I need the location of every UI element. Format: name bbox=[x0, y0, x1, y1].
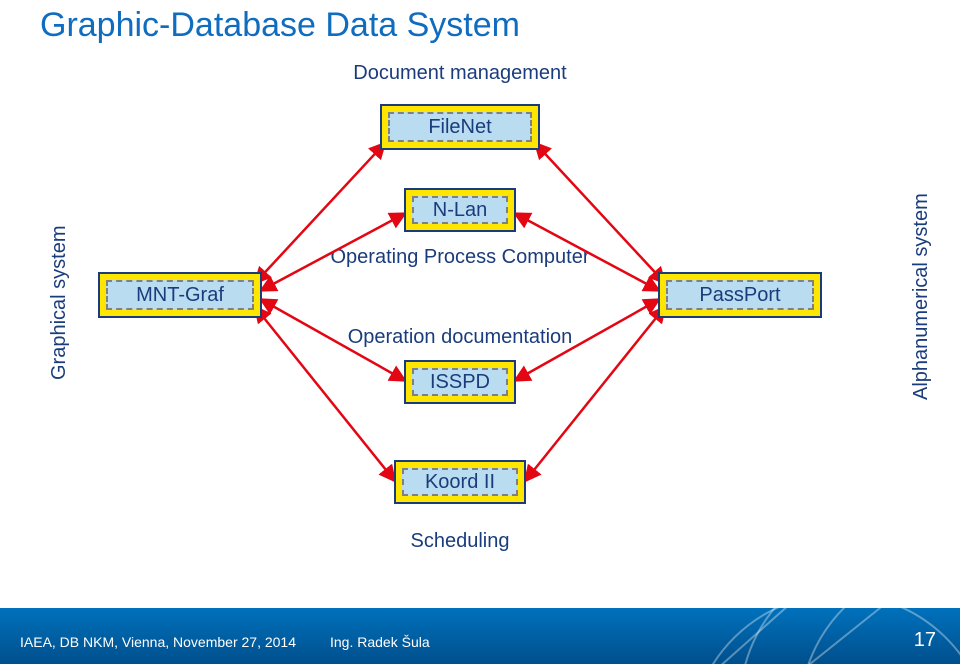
node-koord: Koord II bbox=[394, 460, 526, 504]
node-mntgraf-label: MNT-Graf bbox=[106, 280, 254, 310]
node-filenet: FileNet bbox=[380, 104, 540, 150]
label-docmgmt: Document management bbox=[330, 62, 590, 85]
node-nlan: N-Lan bbox=[404, 188, 516, 232]
page-number: 17 bbox=[914, 629, 936, 652]
footer-venue: IAEA, DB NKM, Vienna, November 27, 2014 bbox=[20, 634, 296, 650]
node-passport: PassPort bbox=[658, 272, 822, 318]
label-left-axis: Graphical system bbox=[48, 226, 71, 381]
label-scheduling: Scheduling bbox=[380, 530, 540, 553]
footer-bar: IAEA, DB NKM, Vienna, November 27, 2014 … bbox=[0, 608, 960, 664]
node-isspd-label: ISSPD bbox=[412, 368, 508, 396]
footer-author: Ing. Radek Šula bbox=[330, 634, 430, 650]
node-isspd: ISSPD bbox=[404, 360, 516, 404]
node-filenet-label: FileNet bbox=[388, 112, 532, 142]
page-title: Graphic-Database Data System bbox=[40, 6, 520, 45]
node-nlan-label: N-Lan bbox=[412, 196, 508, 224]
node-mntgraf: MNT-Graf bbox=[98, 272, 262, 318]
footer-decoration bbox=[640, 564, 960, 664]
label-opproc: Operating Process Computer bbox=[310, 246, 610, 269]
label-right-axis: Alphanumerical system bbox=[910, 193, 933, 400]
node-passport-label: PassPort bbox=[666, 280, 814, 310]
node-koord-label: Koord II bbox=[402, 468, 518, 496]
label-opdoc: Operation documentation bbox=[310, 326, 610, 349]
